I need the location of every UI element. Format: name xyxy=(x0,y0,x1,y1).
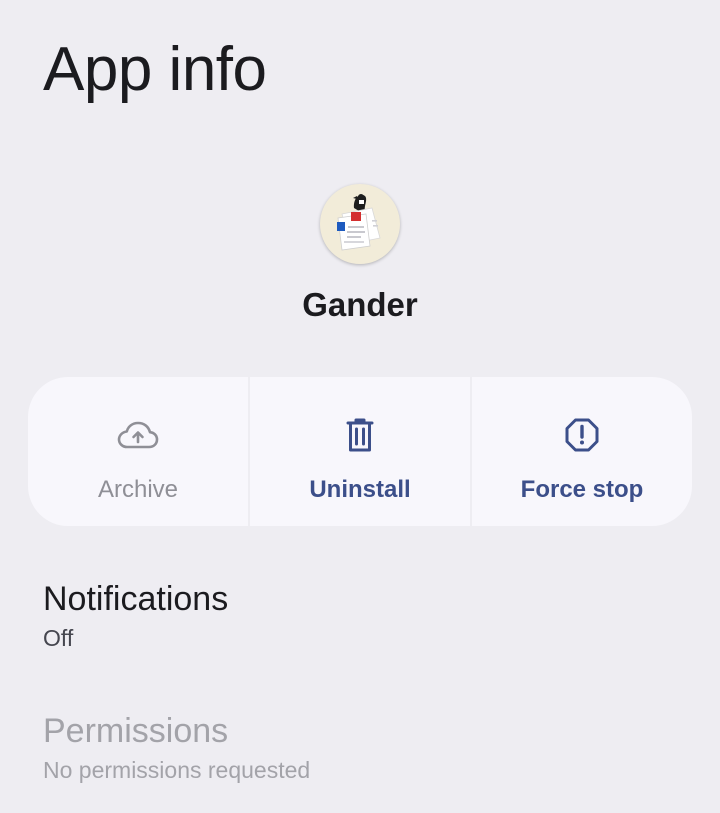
notifications-summary: Off xyxy=(43,625,74,651)
notifications-setting[interactable]: Notifications Off xyxy=(43,577,228,653)
force-stop-button[interactable]: Force stop xyxy=(472,377,692,526)
alert-octagon-icon xyxy=(560,415,604,455)
archive-button[interactable]: Archive xyxy=(28,377,248,526)
permissions-setting[interactable]: Permissions No permissions requested xyxy=(43,709,310,785)
trash-icon xyxy=(338,415,382,455)
force-stop-label: Force stop xyxy=(520,476,644,503)
cloud-upload-icon xyxy=(116,415,160,455)
app-icon xyxy=(320,184,400,264)
notifications-title: Notifications xyxy=(43,580,229,618)
uninstall-button[interactable]: Uninstall xyxy=(250,377,470,526)
app-name: Gander xyxy=(302,286,418,323)
gander-logo-icon xyxy=(337,194,381,251)
archive-label: Archive xyxy=(97,476,179,503)
permissions-title: Permissions xyxy=(43,712,229,750)
app-action-bar: Archive Uninstall Force stop xyxy=(28,377,692,526)
uninstall-label: Uninstall xyxy=(309,476,411,503)
permissions-summary: No permissions requested xyxy=(43,757,311,783)
page-title: App info xyxy=(43,35,267,104)
